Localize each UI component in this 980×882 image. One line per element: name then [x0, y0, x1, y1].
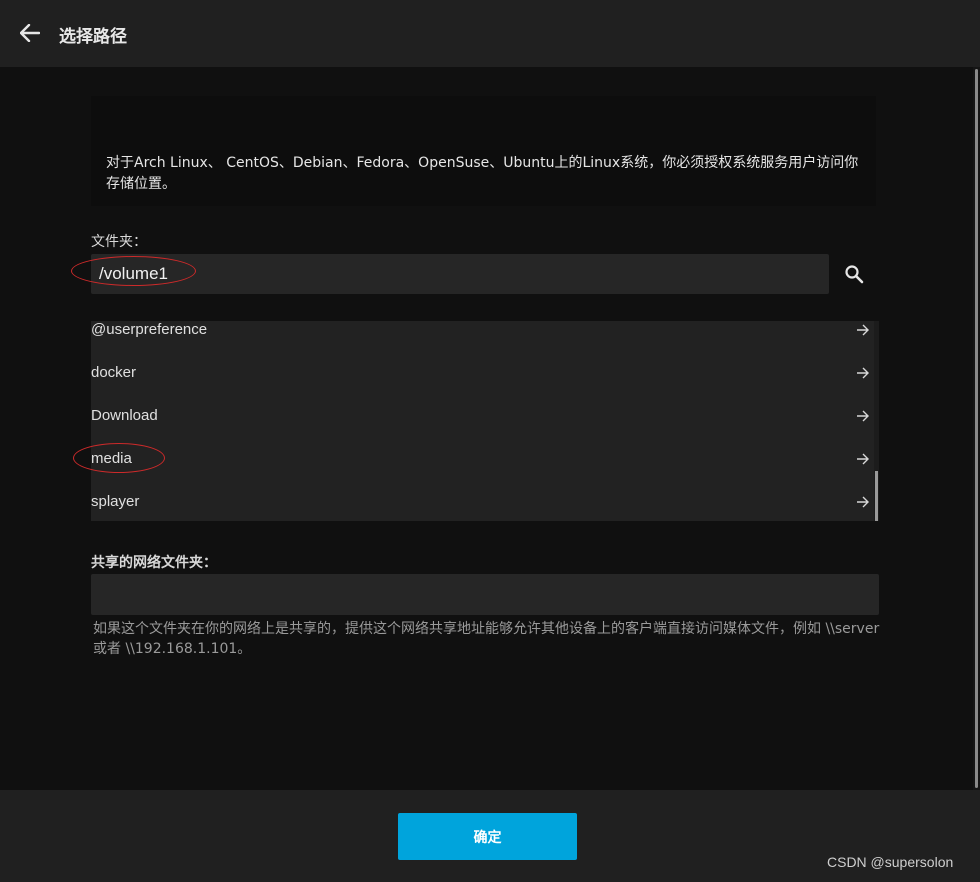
folder-name: Download [91, 407, 158, 424]
page-scrollbar[interactable] [973, 67, 980, 790]
folder-name: media [91, 450, 132, 467]
folder-path-input[interactable] [91, 254, 829, 294]
list-item[interactable]: Download [91, 393, 879, 436]
arrow-right-icon [857, 367, 869, 379]
folder-name: docker [91, 364, 137, 381]
arrow-right-icon [857, 496, 869, 508]
shared-folder-input[interactable] [91, 574, 879, 615]
folder-name: splayer [91, 493, 140, 510]
shared-folder-label: 共享的网络文件夹： [91, 555, 217, 571]
shared-folder-hint: 如果这个文件夹在你的网络上是共享的，提供这个网络共享地址能够允许其他设备上的客户… [93, 621, 880, 657]
list-item[interactable]: @userpreference [91, 321, 879, 350]
linux-permission-notice: 对于Arch Linux、 CentOS、Debian、Fedora、OpenS… [91, 96, 876, 206]
page-title: 选择路径 [59, 27, 127, 47]
top-bar: 选择路径 [0, 0, 980, 67]
folder-name: @userpreference [91, 321, 208, 338]
footer-bar: 确定 CSDN @supersolon [0, 790, 980, 882]
ok-button[interactable]: 确定 [398, 813, 577, 860]
notice-text: 对于Arch Linux、 CentOS、Debian、Fedora、OpenS… [106, 155, 859, 192]
arrow-right-icon [857, 453, 869, 465]
list-item[interactable]: media [91, 436, 879, 479]
folder-list: @userpreference docker Download media sp… [91, 321, 879, 521]
back-button[interactable] [14, 18, 46, 48]
page-scrollbar-thumb[interactable] [975, 69, 978, 788]
list-item[interactable]: docker [91, 350, 879, 393]
search-button[interactable] [838, 258, 870, 290]
list-item[interactable]: splayer [91, 479, 879, 521]
folder-list-scrollbar-thumb[interactable] [875, 471, 878, 521]
search-icon [845, 265, 864, 284]
folder-label: 文件夹： [91, 234, 147, 250]
arrow-right-icon [857, 324, 869, 336]
arrow-left-icon [20, 24, 40, 42]
folder-list-scrollbar[interactable] [874, 321, 879, 521]
arrow-right-icon [857, 410, 869, 422]
watermark: CSDN @supersolon [827, 854, 954, 870]
